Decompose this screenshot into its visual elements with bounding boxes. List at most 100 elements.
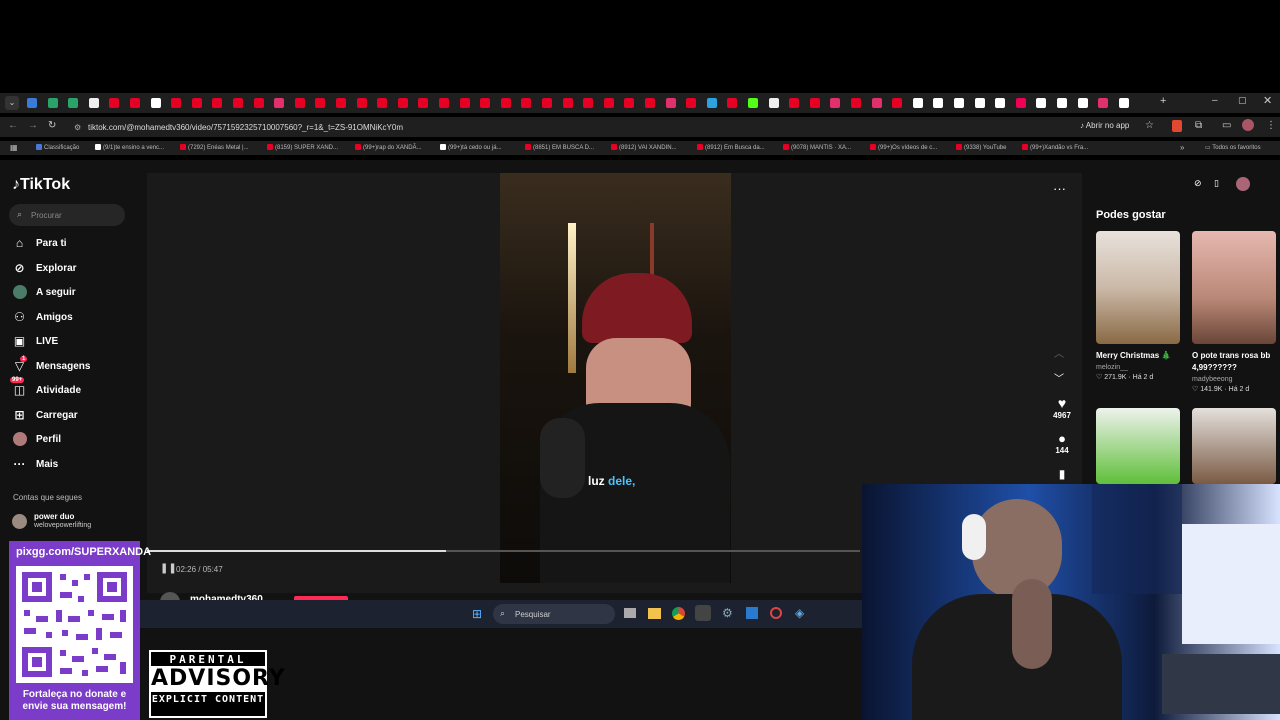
- minimize-button[interactable]: –: [1212, 95, 1218, 106]
- tab-favicon[interactable]: [294, 98, 305, 108]
- bookmark-item[interactable]: (7292) Enéas Metal |...: [180, 144, 249, 151]
- nav-profile[interactable]: Perfil: [12, 430, 61, 448]
- scroll-up-icon[interactable]: ︿: [1054, 345, 1064, 360]
- windows-start-icon[interactable]: ⊞: [472, 607, 482, 621]
- url-field[interactable]: ⚙ tiktok.com/@mohamedtv360/video/7571592…: [68, 120, 1168, 136]
- tab-favicon[interactable]: [995, 98, 1006, 108]
- tab-favicon[interactable]: [912, 98, 923, 108]
- tab-favicon[interactable]: [1098, 98, 1109, 108]
- app-icon-diamond[interactable]: ◈: [795, 606, 804, 620]
- apps-grid-icon[interactable]: ▦: [10, 143, 18, 152]
- nav-for-you[interactable]: ⌂ Para ti: [12, 234, 67, 252]
- bookmark-item[interactable]: (8159) SUPER XAND...: [267, 144, 338, 151]
- bookmark-item[interactable]: Classificação: [36, 144, 79, 151]
- tab-favicon[interactable]: [974, 98, 985, 108]
- comment-button[interactable]: ● 144: [1050, 431, 1074, 455]
- like-button[interactable]: ♥ 4967: [1050, 395, 1074, 420]
- tab-favicon[interactable]: [47, 98, 58, 108]
- open-app-button[interactable]: ♪ Abrir no app: [1080, 121, 1129, 130]
- tab-favicon[interactable]: [171, 98, 182, 108]
- site-info-icon[interactable]: ⚙: [74, 123, 81, 132]
- bookmark-item[interactable]: (8851) EM BUSCA D...: [525, 144, 594, 151]
- tab-favicon[interactable]: [871, 98, 882, 108]
- bookmark-star-icon[interactable]: ☆: [1145, 120, 1154, 131]
- app-icon-red[interactable]: [770, 607, 782, 619]
- new-tab-button[interactable]: +: [1160, 95, 1166, 107]
- tab-favicon[interactable]: [68, 98, 79, 108]
- bookmark-item[interactable]: (9078) MANTIS · XA...: [783, 144, 851, 151]
- tab-favicon[interactable]: [933, 98, 944, 108]
- bookmark-item[interactable]: (99+)Os vídeos de c...: [870, 144, 937, 151]
- nav-explore[interactable]: ⊘ Explorar: [12, 259, 76, 277]
- tab-favicon[interactable]: [562, 98, 573, 108]
- tab-list-dropdown-icon[interactable]: ⌄: [5, 96, 19, 110]
- tab-favicon[interactable]: [459, 98, 470, 108]
- scroll-down-icon[interactable]: ﹀: [1054, 370, 1064, 385]
- extension-icon[interactable]: [1172, 120, 1182, 132]
- tab-favicon[interactable]: [892, 98, 903, 108]
- bookmark-item[interactable]: (99+)tá cedo ou já...: [440, 144, 502, 151]
- bookmark-item[interactable]: (9338) YouTube: [956, 144, 1006, 151]
- maximize-button[interactable]: ▢: [1238, 95, 1247, 106]
- streaming-app-icon[interactable]: [695, 605, 711, 621]
- reload-icon[interactable]: ↻: [48, 120, 56, 131]
- tab-favicon[interactable]: [418, 98, 429, 108]
- tab-favicon[interactable]: [480, 98, 491, 108]
- more-options-icon[interactable]: ···: [1053, 181, 1066, 196]
- nav-following[interactable]: A seguir: [12, 283, 76, 301]
- tab-favicon[interactable]: [954, 98, 964, 108]
- tab-favicon[interactable]: [336, 98, 346, 108]
- tab-favicon[interactable]: [686, 98, 697, 108]
- tab-favicon[interactable]: [1057, 98, 1067, 108]
- tab-favicon[interactable]: [439, 98, 449, 108]
- tiktok-logo[interactable]: ♪TikTok: [12, 176, 70, 194]
- tab-favicon[interactable]: [665, 98, 676, 108]
- suggestion-card[interactable]: Merry Christmas 🎄 melozin__ ♡ 271.9K · H…: [1096, 231, 1180, 381]
- back-icon[interactable]: ←: [8, 120, 18, 131]
- tab-favicon[interactable]: [706, 98, 717, 108]
- tab-favicon[interactable]: [645, 98, 655, 108]
- tab-favicon[interactable]: [500, 98, 511, 108]
- header-avatar[interactable]: [1236, 177, 1250, 191]
- bookmark-item[interactable]: (9/1)te ensino a venc...: [95, 144, 164, 151]
- phone-header-icon[interactable]: ▯: [1214, 178, 1219, 189]
- tab-favicon[interactable]: [789, 98, 800, 108]
- close-window-button[interactable]: ✕: [1263, 94, 1272, 107]
- tab-favicon[interactable]: [521, 98, 532, 108]
- save-button[interactable]: ▮: [1050, 467, 1074, 481]
- tab-favicon[interactable]: [583, 98, 594, 108]
- video-frame[interactable]: luz dele,: [500, 173, 731, 583]
- pause-icon[interactable]: ❚❚: [160, 563, 177, 574]
- bookmark-item[interactable]: (99+)Xandão vs Fra...: [1022, 144, 1088, 151]
- extensions-puzzle-icon[interactable]: ⧉: [1195, 120, 1202, 131]
- bookmark-item[interactable]: (99+)rap do XANDÃ...: [355, 144, 422, 151]
- tab-favicon[interactable]: [1077, 98, 1088, 108]
- nav-friends[interactable]: ⚇ Amigos: [12, 308, 73, 326]
- taskbar-search[interactable]: ⌕ Pesquisar: [493, 604, 615, 624]
- tab-favicon[interactable]: [727, 98, 738, 108]
- nav-messages[interactable]: ▽ 1 Mensagens: [12, 355, 90, 375]
- nav-activity[interactable]: ◫ 99+ Atividade: [10, 376, 81, 399]
- tab-favicon[interactable]: [109, 98, 120, 108]
- task-view-icon[interactable]: [624, 608, 636, 618]
- following-account-item[interactable]: power duo welovepowerlifting: [12, 512, 137, 532]
- nav-upload[interactable]: ⊞ Carregar: [12, 406, 77, 424]
- app-icon-blue[interactable]: [746, 607, 758, 619]
- tab-favicon[interactable]: [212, 98, 223, 108]
- tab-favicon[interactable]: [88, 98, 99, 108]
- suggestion-card[interactable]: [1096, 408, 1180, 484]
- bookmarks-overflow-icon[interactable]: »: [1180, 143, 1184, 152]
- settings-app-icon[interactable]: ⚙: [722, 606, 733, 620]
- tab-favicon[interactable]: [191, 98, 202, 108]
- nav-live[interactable]: ▣ LIVE: [12, 332, 58, 350]
- tab-favicon[interactable]: [27, 98, 37, 108]
- tab-favicon[interactable]: [603, 98, 614, 108]
- tab-favicon[interactable]: [397, 98, 408, 108]
- tab-favicon[interactable]: [377, 98, 388, 108]
- profile-avatar[interactable]: [1242, 119, 1254, 131]
- nav-more[interactable]: ··· Mais: [12, 455, 59, 473]
- tab-favicon[interactable]: [356, 98, 367, 108]
- forward-icon[interactable]: →: [28, 120, 38, 131]
- tab-favicon[interactable]: [130, 98, 140, 108]
- tab-favicon[interactable]: [233, 98, 243, 108]
